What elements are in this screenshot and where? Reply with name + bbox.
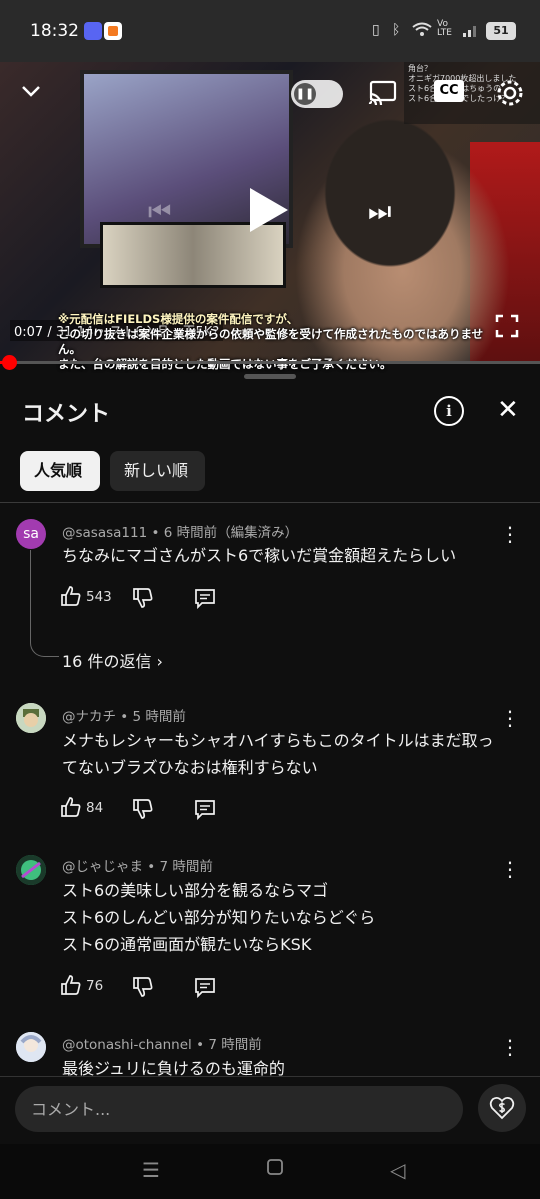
subtitle-line: この切り抜きは案件企業様からの依頼や監修を受けて作成されたものではありません。	[58, 327, 484, 356]
reply-icon[interactable]	[194, 587, 216, 609]
super-thanks-icon	[489, 1095, 515, 1121]
thumbs-up-icon[interactable]	[60, 796, 82, 818]
subtitle-line: また、台の解説を目的とした動画ではない事をご了承ください。	[58, 357, 392, 371]
reply-icon[interactable]	[194, 976, 216, 998]
wifi-icon	[412, 22, 432, 38]
comment-text-line: メナもレシャーもシャオハイすらもこのタイトルはまだ取っ	[62, 731, 494, 750]
like-count: 76	[86, 978, 104, 994]
battery-icon: 51	[486, 22, 516, 40]
view-replies-link[interactable]: 16 件の返信 ›	[62, 648, 163, 672]
thread-line	[30, 550, 59, 657]
signal-icon	[462, 22, 478, 38]
sort-chip-popular[interactable]: 人気順	[20, 451, 100, 491]
progress-track[interactable]	[0, 361, 540, 364]
replies-count: 16 件の返信	[62, 652, 152, 671]
vibrate-icon: ▯	[372, 22, 380, 38]
subtitle-line: ※元配信はFIELDS様提供の案件配信ですが、	[58, 312, 299, 326]
previous-icon: ⏮	[148, 197, 172, 227]
chevron-right-icon: ›	[156, 652, 163, 671]
comment-input[interactable]	[15, 1086, 463, 1132]
volte-icon: Vo LTE	[437, 19, 452, 38]
cast-icon[interactable]	[368, 80, 398, 106]
info-icon[interactable]: i	[434, 396, 464, 426]
chevron-down-icon[interactable]	[20, 80, 42, 102]
pause-icon: ❚❚	[294, 83, 316, 105]
reply-icon[interactable]	[194, 798, 216, 820]
comment-text: メナもレシャーもシャオハイすらもこのタイトルはまだ取っ てないブラズひなおは権利…	[62, 727, 494, 781]
more-vert-icon[interactable]: ⋮	[500, 1035, 520, 1059]
discord-icon	[84, 22, 102, 40]
divider	[0, 502, 540, 503]
comment-meta: @sasasa111 • 6 時間前（編集済み）	[62, 525, 299, 541]
comment-text-line: スト6のしんどい部分が知りたいならどぐら	[62, 908, 376, 927]
bluetooth-icon: ᛒ	[392, 22, 401, 38]
sort-chip-newest[interactable]: 新しい順	[110, 451, 205, 491]
avatar[interactable]	[16, 1032, 46, 1062]
panel-title: コメント	[22, 402, 111, 427]
panel-drag-handle[interactable]	[244, 374, 296, 379]
more-vert-icon[interactable]: ⋮	[500, 522, 520, 546]
thumbs-up-icon[interactable]	[60, 585, 82, 607]
thumbs-up-icon[interactable]	[60, 974, 82, 996]
comment-text-line: てないブラズひなおは権利すらない	[62, 758, 318, 777]
avatar[interactable]: sa	[16, 519, 46, 549]
progress-scrubber[interactable]	[2, 355, 18, 370]
close-icon[interactable]: ✕	[497, 395, 519, 425]
like-count: 543	[86, 589, 112, 605]
next-icon[interactable]: ⏭	[368, 197, 391, 228]
comment-text: スト6の美味しい部分を観るならマゴ スト6のしんどい部分が知りたいならどぐら ス…	[62, 877, 375, 958]
cc-icon[interactable]: CC	[434, 80, 464, 102]
autoplay-toggle[interactable]: ❚❚	[291, 80, 343, 108]
gear-icon[interactable]	[495, 78, 525, 108]
like-count: 84	[86, 800, 104, 816]
comment-meta: @otonashi-channel • 7 時間前	[62, 1037, 262, 1053]
comment-text-line: スト6の美味しい部分を観るならマゴ	[62, 881, 329, 900]
comment-meta: @じゃじゃま • 7 時間前	[62, 859, 213, 875]
thumbs-down-icon[interactable]	[132, 976, 154, 998]
app-notification-icon	[104, 22, 122, 40]
home-icon[interactable]	[266, 1158, 284, 1176]
play-icon[interactable]	[250, 188, 288, 232]
avatar[interactable]	[16, 703, 46, 733]
thumbs-down-icon[interactable]	[132, 798, 154, 820]
comment-text-line: スト6の通常画面が観たいならKSK	[62, 935, 312, 954]
comment-meta: @ナカチ • 5 時間前	[62, 709, 186, 725]
comment-text: ちなみにマゴさんがスト6で稼いだ賞金額超えたらしい	[62, 546, 457, 565]
status-bar: 18:32 ▯ ᛒ Vo LTE 51	[0, 0, 540, 62]
avatar[interactable]	[16, 855, 46, 885]
more-vert-icon[interactable]: ⋮	[500, 706, 520, 730]
status-time: 18:32	[30, 21, 79, 41]
recents-icon[interactable]: ☰	[142, 1158, 160, 1182]
super-thanks-button[interactable]	[478, 1084, 526, 1132]
more-vert-icon[interactable]: ⋮	[500, 857, 520, 881]
chat-line: 角台？	[408, 64, 432, 73]
back-icon[interactable]: ◁	[390, 1158, 405, 1182]
thumbs-down-icon[interactable]	[132, 587, 154, 609]
